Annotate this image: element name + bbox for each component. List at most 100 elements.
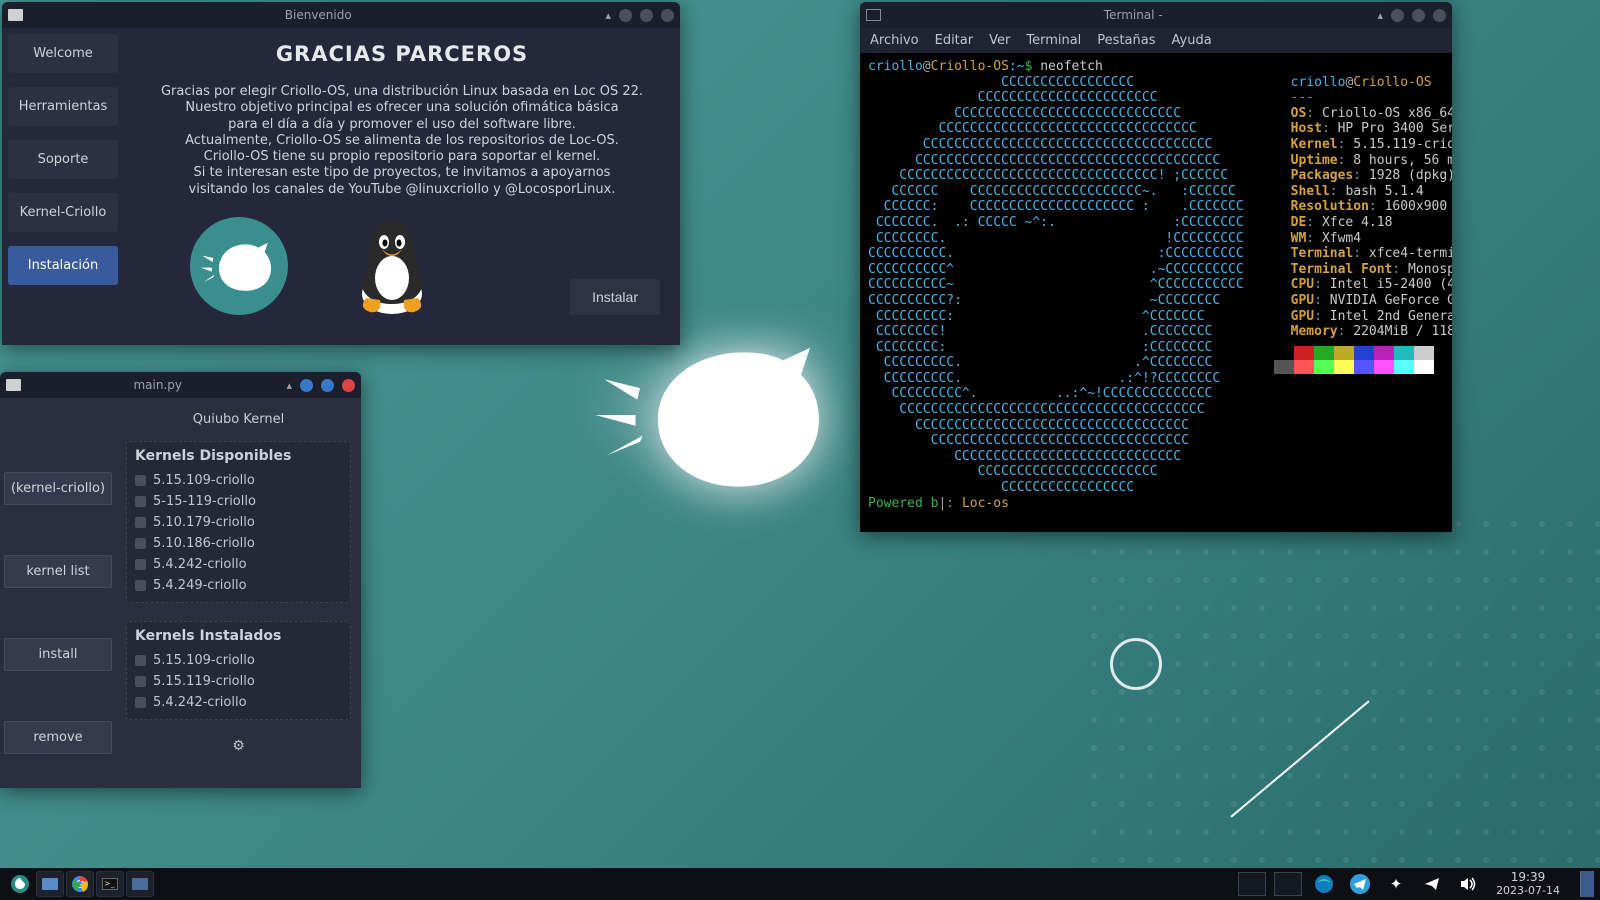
kernel-item[interactable]: 5-15-119-criollo (135, 491, 342, 512)
desktop-cat-logo (590, 330, 860, 500)
kernel-item[interactable]: 5.15.119-criollo (135, 671, 342, 692)
edge-icon[interactable] (1310, 871, 1338, 897)
kernel-item-label: 5.4.242-criollo (153, 557, 247, 572)
minimize-icon[interactable]: ▴ (286, 379, 292, 392)
kernel-criollo-button[interactable]: (kernel-criollo) (4, 472, 112, 505)
gear-icon[interactable]: ⚙ (126, 738, 351, 754)
chrome-icon[interactable] (66, 871, 94, 897)
kernel-titlebar[interactable]: main.py ▴ (0, 372, 361, 398)
kernel-remove-button[interactable]: remove (4, 721, 112, 754)
checkbox-icon[interactable] (135, 697, 146, 708)
menu-ayuda[interactable]: Ayuda (1172, 33, 1212, 48)
kernel-list-button[interactable]: kernel list (4, 555, 112, 588)
window-button[interactable] (1391, 9, 1404, 22)
kernel-item[interactable]: 5.4.249-criollo (135, 575, 342, 596)
kernels-available-header: Kernels Disponibles (135, 448, 342, 464)
desktop-line (1230, 700, 1369, 817)
window-button[interactable] (300, 379, 313, 392)
welcome-main: GRACIAS PARCEROS Gracias por elegir Crio… (124, 28, 680, 345)
terminal-title: Terminal - (889, 8, 1377, 22)
tray-send-icon[interactable] (1418, 871, 1446, 897)
kernel-item[interactable]: 5.15.109-criollo (135, 650, 342, 671)
checkbox-icon[interactable] (135, 517, 146, 528)
tab-instalacion[interactable]: Instalación (8, 246, 118, 285)
show-desktop-button[interactable] (1580, 871, 1594, 897)
kernels-installed-header: Kernels Instalados (135, 628, 342, 644)
checkbox-icon[interactable] (135, 475, 146, 486)
start-menu-icon[interactable] (6, 871, 34, 897)
kernel-main: Quiubo Kernel Kernels Disponibles 5.15.1… (116, 398, 361, 788)
terminal-titlebar[interactable]: Terminal - ▴ (860, 2, 1452, 28)
tray-icon[interactable]: ✦ (1382, 871, 1410, 897)
kernel-item-label: 5.15.119-criollo (153, 674, 255, 689)
kernel-item[interactable]: 5.10.186-criollo (135, 533, 342, 554)
window-button[interactable] (640, 9, 653, 22)
tab-kernel-criollo[interactable]: Kernel-Criollo (8, 193, 118, 232)
kernel-item-label: 5.15.109-criollo (153, 473, 255, 488)
kernel-header: Quiubo Kernel (126, 406, 351, 441)
tab-welcome[interactable]: Welcome (8, 34, 118, 73)
menu-terminal[interactable]: Terminal (1026, 33, 1081, 48)
kernel-sidebar: (kernel-criollo) kernel list install rem… (0, 398, 116, 788)
close-icon[interactable] (342, 379, 355, 392)
kernel-item[interactable]: 5.15.109-criollo (135, 470, 342, 491)
kernel-window: main.py ▴ (kernel-criollo) kernel list i… (0, 372, 361, 788)
kernel-item[interactable]: 5.4.242-criollo (135, 692, 342, 713)
minimize-icon[interactable]: ▴ (605, 9, 611, 22)
taskbar: >_ ✦ 19:39 2023-07-14 (0, 868, 1600, 900)
kernels-available-section: Kernels Disponibles 5.15.109-criollo 5-15… (126, 441, 351, 603)
install-button[interactable]: Instalar (570, 279, 660, 315)
kernel-install-button[interactable]: install (4, 638, 112, 671)
tux-logo-icon (348, 216, 436, 316)
checkbox-icon[interactable] (135, 676, 146, 687)
color-palette-dark (1274, 346, 1434, 360)
close-icon[interactable] (1433, 9, 1446, 22)
terminal-app-icon[interactable]: >_ (96, 871, 124, 897)
desktop-dot-pattern (1080, 510, 1600, 870)
terminal-body[interactable]: criollo@Criollo-OS:~$ neofetch CCCCCCCCC… (860, 53, 1452, 532)
kernel-item-label: 5.15.109-criollo (153, 653, 255, 668)
taskbar-clock[interactable]: 19:39 2023-07-14 (1490, 871, 1566, 896)
kernel-item[interactable]: 5.10.179-criollo (135, 512, 342, 533)
criollo-logo-icon (190, 217, 288, 315)
window-button[interactable] (1412, 9, 1425, 22)
checkbox-icon[interactable] (135, 559, 146, 570)
window-button[interactable] (321, 379, 334, 392)
menu-pestanas[interactable]: Pestañas (1097, 33, 1155, 48)
clock-time: 19:39 (1496, 871, 1560, 884)
checkbox-icon[interactable] (135, 580, 146, 591)
workspace-1[interactable] (1238, 872, 1266, 896)
kernel-item[interactable]: 5.4.242-criollo (135, 554, 342, 575)
kernel-item-label: 5.10.186-criollo (153, 536, 255, 551)
telegram-icon[interactable] (1346, 871, 1374, 897)
desktop-ring (1110, 638, 1162, 690)
workspace-2[interactable] (1274, 872, 1302, 896)
kernel-item-label: 5.4.249-criollo (153, 578, 247, 593)
welcome-title: Bienvenido (31, 8, 605, 22)
terminal-icon (866, 9, 881, 21)
tab-herramientas[interactable]: Herramientas (8, 87, 118, 126)
tab-soporte[interactable]: Soporte (8, 140, 118, 179)
window-button[interactable] (619, 9, 632, 22)
terminal-menubar: Archivo Editar Ver Terminal Pestañas Ayu… (860, 28, 1452, 53)
menu-ver[interactable]: Ver (989, 33, 1010, 48)
app-icon[interactable] (126, 871, 154, 897)
kernel-item-label: 5-15-119-criollo (153, 494, 256, 509)
welcome-sidebar: Welcome Herramientas Soporte Kernel-Crio… (2, 28, 124, 345)
welcome-heading: GRACIAS PARCEROS (150, 42, 654, 66)
checkbox-icon[interactable] (135, 655, 146, 666)
kernels-installed-section: Kernels Instalados 5.15.109-criollo 5.15.… (126, 621, 351, 720)
checkbox-icon[interactable] (135, 496, 146, 507)
kernel-item-label: 5.10.179-criollo (153, 515, 255, 530)
checkbox-icon[interactable] (135, 538, 146, 549)
welcome-titlebar[interactable]: Bienvenido ▴ (2, 2, 680, 28)
welcome-paragraph: Gracias por elegir Criollo-OS, una distr… (150, 84, 654, 198)
close-icon[interactable] (661, 9, 674, 22)
welcome-window: Bienvenido ▴ Welcome Herramientas Soport… (2, 2, 680, 345)
file-manager-icon[interactable] (36, 871, 64, 897)
volume-icon[interactable] (1454, 871, 1482, 897)
menu-archivo[interactable]: Archivo (870, 33, 919, 48)
kernel-title: main.py (29, 378, 286, 392)
menu-editar[interactable]: Editar (935, 33, 974, 48)
minimize-icon[interactable]: ▴ (1377, 9, 1383, 22)
